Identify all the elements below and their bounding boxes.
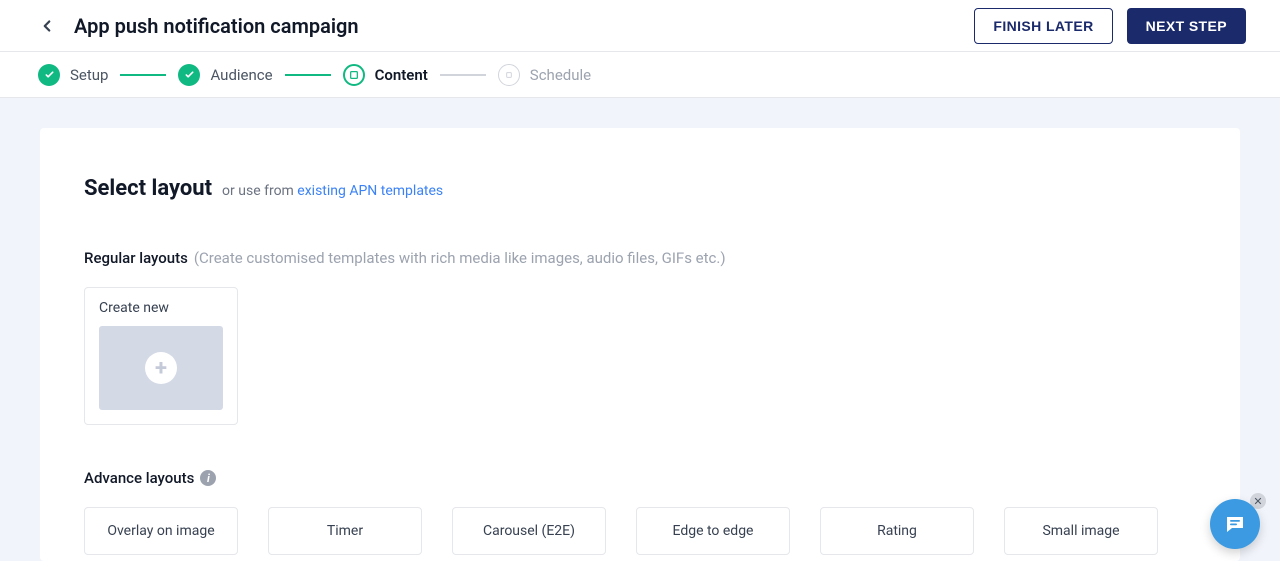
header-left: App push notification campaign bbox=[38, 14, 359, 38]
chat-launcher[interactable] bbox=[1210, 499, 1260, 549]
step-content[interactable]: Content bbox=[343, 64, 428, 86]
finish-later-button[interactable]: FINISH LATER bbox=[974, 8, 1112, 44]
existing-templates-link[interactable]: existing APN templates bbox=[297, 183, 443, 199]
stepper-connector bbox=[440, 74, 486, 76]
regular-layouts-heading: Regular layouts (Create customised templ… bbox=[84, 249, 1196, 267]
layout-card-thumb: + bbox=[99, 326, 223, 410]
page-title: App push notification campaign bbox=[74, 14, 359, 38]
header-right: FINISH LATER NEXT STEP bbox=[974, 8, 1246, 44]
content-icon bbox=[343, 64, 365, 86]
select-layout-sub: or use from bbox=[222, 183, 297, 199]
content-card: Select layout or use from existing APN t… bbox=[40, 128, 1240, 561]
schedule-icon bbox=[498, 64, 520, 86]
step-label: Content bbox=[375, 66, 428, 84]
create-new-layout-card[interactable]: Create new + bbox=[84, 287, 238, 425]
layout-card-label: Create new bbox=[99, 300, 223, 316]
advance-card-carousel[interactable]: Carousel (E2E) bbox=[452, 507, 606, 555]
page-body: Select layout or use from existing APN t… bbox=[0, 98, 1280, 561]
advance-card-smallimage[interactable]: Small image bbox=[1004, 507, 1158, 555]
advance-card-overlay[interactable]: Overlay on image bbox=[84, 507, 238, 555]
step-schedule[interactable]: Schedule bbox=[498, 64, 591, 86]
step-setup[interactable]: Setup bbox=[38, 64, 108, 86]
info-icon[interactable]: i bbox=[200, 470, 216, 486]
advance-card-rating[interactable]: Rating bbox=[820, 507, 974, 555]
advance-layouts-grid: Overlay on image Timer Carousel (E2E) Ed… bbox=[84, 507, 1196, 555]
close-icon: ✕ bbox=[1253, 495, 1262, 508]
regular-layouts-title: Regular layouts bbox=[84, 249, 188, 267]
advance-layouts-title: Advance layouts bbox=[84, 469, 194, 487]
stepper-connector bbox=[285, 74, 331, 76]
step-audience[interactable]: Audience bbox=[178, 64, 272, 86]
advance-card-timer[interactable]: Timer bbox=[268, 507, 422, 555]
advance-layouts-heading: Advance layouts i bbox=[84, 469, 1196, 487]
stepper-connector bbox=[120, 74, 166, 76]
stepper: Setup Audience Content Schedule bbox=[0, 52, 1280, 98]
select-layout-heading: Select layout or use from existing APN t… bbox=[84, 176, 1196, 201]
back-button[interactable] bbox=[38, 17, 56, 35]
next-step-button[interactable]: NEXT STEP bbox=[1127, 8, 1246, 44]
step-label: Audience bbox=[210, 66, 272, 84]
select-layout-title: Select layout bbox=[84, 176, 212, 201]
chat-icon bbox=[1223, 512, 1247, 536]
header: App push notification campaign FINISH LA… bbox=[0, 0, 1280, 52]
plus-icon: + bbox=[145, 352, 177, 384]
regular-layouts-grid: Create new + bbox=[84, 287, 1196, 425]
step-label: Schedule bbox=[530, 66, 591, 84]
select-layout-subtext: or use from existing APN templates bbox=[222, 183, 443, 199]
check-icon bbox=[38, 64, 60, 86]
advance-card-edge[interactable]: Edge to edge bbox=[636, 507, 790, 555]
chevron-left-icon bbox=[38, 17, 56, 35]
check-icon bbox=[178, 64, 200, 86]
step-label: Setup bbox=[70, 66, 108, 84]
regular-layouts-desc: (Create customised templates with rich m… bbox=[194, 249, 726, 267]
